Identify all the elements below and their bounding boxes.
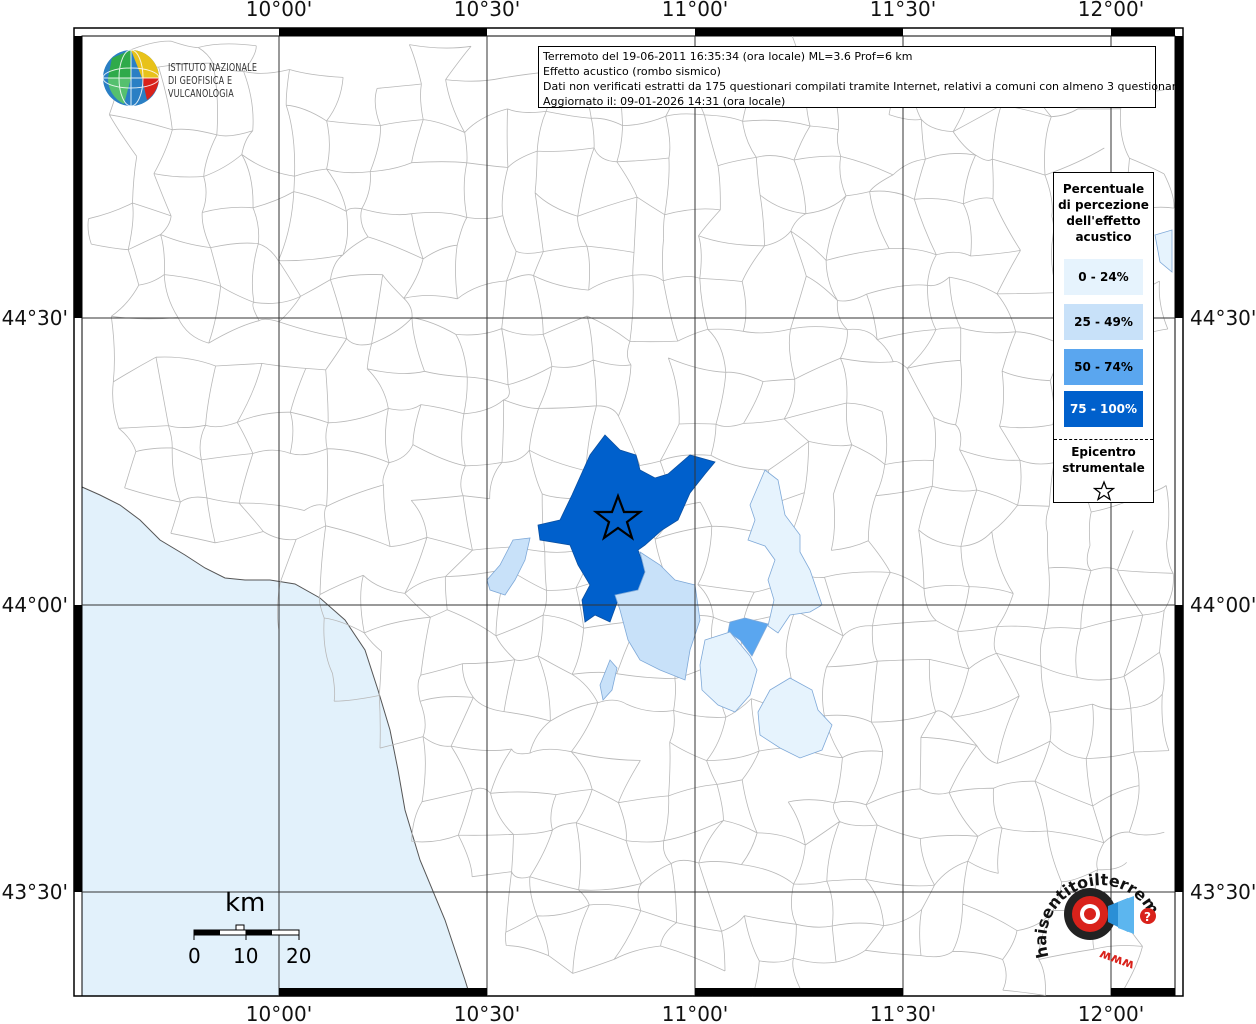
ingv-name-line2: DI GEOFISICA E VULCANOLOGIA [168, 75, 234, 100]
event-info-box: Terremoto del 19-06-2011 16:35:34 (ora l… [538, 46, 1183, 108]
area-0-24 [757, 677, 833, 759]
scale-unit: km [225, 888, 266, 918]
legend-title-line: acustico [1075, 230, 1132, 244]
legend: Percentuale di percezione dell'effetto a… [1053, 172, 1154, 503]
legend-star-icon [1092, 480, 1115, 502]
area-25-49 [486, 537, 531, 596]
legend-title: Percentuale di percezione dell'effetto a… [1054, 181, 1153, 245]
effect-line: Effetto acustico (rombo sismico) [543, 65, 721, 78]
legend-epicenter-line: Epicentro [1071, 445, 1136, 459]
scale-label: 10 [233, 944, 259, 968]
lon-label-top: 11°30' [870, 0, 936, 21]
scale-label: 20 [286, 944, 312, 968]
lon-label-bottom: 10°30' [454, 1002, 520, 1024]
legend-title-line: dell'effetto [1066, 214, 1141, 228]
ingv-logo: ISTITUTO NAZIONALE DI GEOFISICA E VULCAN… [102, 48, 312, 107]
ingv-name-line1: ISTITUTO NAZIONALE [168, 62, 258, 74]
lat-label-left: 44°00' [2, 593, 68, 617]
legend-swatch-1: 25 - 49% [1064, 304, 1143, 340]
lat-label-right: 44°00' [1190, 593, 1256, 617]
data-note-line: Dati non verificati estratti da 175 ques… [543, 80, 1183, 93]
updated-line: Aggiornato il: 09-01-2026 14:31 (ora loc… [543, 95, 786, 108]
legend-swatch-3: 75 - 100% [1064, 391, 1143, 427]
lat-label-left: 44°30' [2, 306, 68, 330]
event-line: Terremoto del 19-06-2011 16:35:34 (ora l… [543, 50, 913, 63]
area-25-49 [599, 659, 618, 701]
earthquake-map: 10°00' 10°30' 11°00' 11°30' 12°00' 10°00… [0, 0, 1256, 1024]
lon-label-bottom: 11°30' [870, 1002, 936, 1024]
globe-icon [102, 49, 160, 107]
lon-label-top: 10°30' [454, 0, 520, 21]
legend-separator [1054, 439, 1153, 440]
lat-label-left: 43°30' [2, 880, 68, 904]
lon-label-top: 10°00' [246, 0, 312, 21]
legend-swatch-2: 50 - 74% [1064, 349, 1143, 385]
legend-swatch-0: 0 - 24% [1064, 259, 1143, 295]
lon-label-bottom: 11°00' [662, 1002, 728, 1024]
hsit-question: ? [1144, 910, 1151, 924]
lon-label-top: 12°00' [1078, 0, 1144, 21]
lon-label-bottom: 12°00' [1078, 1002, 1144, 1024]
legend-epicenter-line: strumentale [1062, 461, 1145, 475]
lat-label-right: 43°30' [1190, 880, 1256, 904]
legend-title-line: di percezione [1058, 198, 1149, 212]
scale-label: 0 [188, 944, 201, 968]
sea [81, 486, 471, 997]
legend-title-line: Percentuale [1062, 182, 1145, 196]
area-0-24 [747, 469, 823, 634]
lon-label-top: 11°00' [662, 0, 728, 21]
area-0-24 [1154, 229, 1173, 273]
hsit-www: www [1097, 946, 1136, 972]
lon-label-bottom: 10°00' [246, 1002, 312, 1024]
legend-epicenter-label: Epicentro strumentale [1054, 444, 1153, 476]
lat-label-right: 44°30' [1190, 306, 1256, 330]
